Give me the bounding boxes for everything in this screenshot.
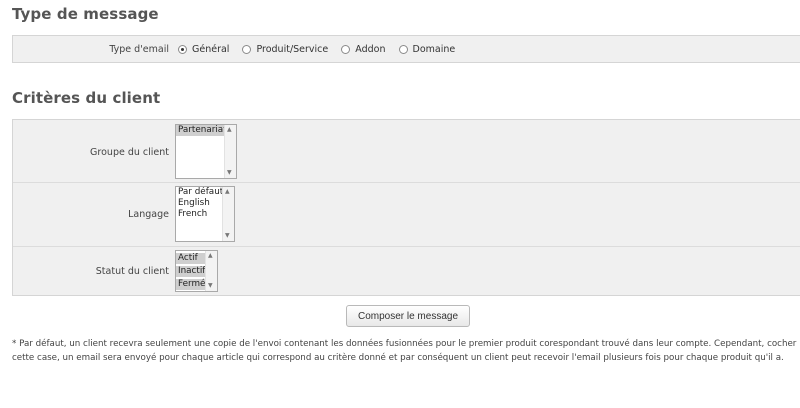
radio-product-service-indicator[interactable] [242, 45, 252, 54]
email-type-label: Type d'email [109, 44, 169, 55]
message-type-heading: Type de message [12, 5, 159, 23]
radio-addon[interactable]: Addon [341, 44, 386, 55]
radio-addon-indicator[interactable] [341, 45, 351, 54]
client-group-row: Groupe du client Partenariat ▲ ▼ [13, 120, 800, 183]
radio-domain-indicator[interactable] [398, 45, 408, 54]
client-criteria-heading: Critères du client [12, 89, 161, 107]
radio-general[interactable]: Général [178, 44, 229, 55]
client-group-listbox[interactable]: Partenariat ▲ ▼ [175, 124, 237, 179]
scroll-up-icon[interactable]: ▲ [227, 127, 232, 133]
scroll-down-icon[interactable]: ▼ [225, 233, 230, 239]
client-group-scrollbar[interactable]: ▲ ▼ [224, 125, 236, 178]
radio-product-service-label: Produit/Service [256, 44, 329, 55]
radio-domain[interactable]: Domaine [398, 44, 456, 55]
footnote-text: * Par défaut, un client recevra seulemen… [12, 339, 797, 363]
radio-addon-label: Addon [355, 44, 386, 55]
client-criteria-panel: Groupe du client Partenariat ▲ ▼ Langage… [12, 119, 800, 296]
radio-product-service[interactable]: Produit/Service [242, 44, 328, 55]
language-scrollbar[interactable]: ▲ ▼ [222, 187, 234, 241]
language-row: Langage Par défaut English French ▲ ▼ [13, 183, 800, 247]
scroll-down-icon[interactable]: ▼ [227, 170, 232, 176]
client-status-label: Statut du client [95, 266, 169, 277]
radio-domain-label: Domaine [412, 44, 456, 55]
language-label: Langage [128, 209, 169, 220]
radio-general-indicator[interactable] [178, 45, 187, 54]
language-listbox[interactable]: Par défaut English French ▲ ▼ [175, 186, 235, 242]
scroll-up-icon[interactable]: ▲ [225, 189, 230, 195]
compose-message-button[interactable]: Composer le message [346, 305, 470, 327]
radio-general-label: Général [192, 44, 230, 55]
client-status-listbox[interactable]: Actif Inactif Fermé ▲ ▼ [175, 250, 218, 292]
email-type-radio-group: Général Produit/Service Addon Domaine [178, 44, 468, 55]
client-status-scrollbar[interactable]: ▲ ▼ [205, 251, 217, 291]
client-status-row: Statut du client Actif Inactif Fermé ▲ ▼ [13, 247, 800, 295]
message-type-panel: Type d'email Général Produit/Service Add… [12, 35, 800, 63]
email-type-row: Type d'email Général Produit/Service Add… [13, 36, 800, 62]
scroll-up-icon[interactable]: ▲ [208, 253, 213, 259]
scroll-down-icon[interactable]: ▼ [208, 283, 213, 289]
client-group-label: Groupe du client [90, 147, 169, 158]
